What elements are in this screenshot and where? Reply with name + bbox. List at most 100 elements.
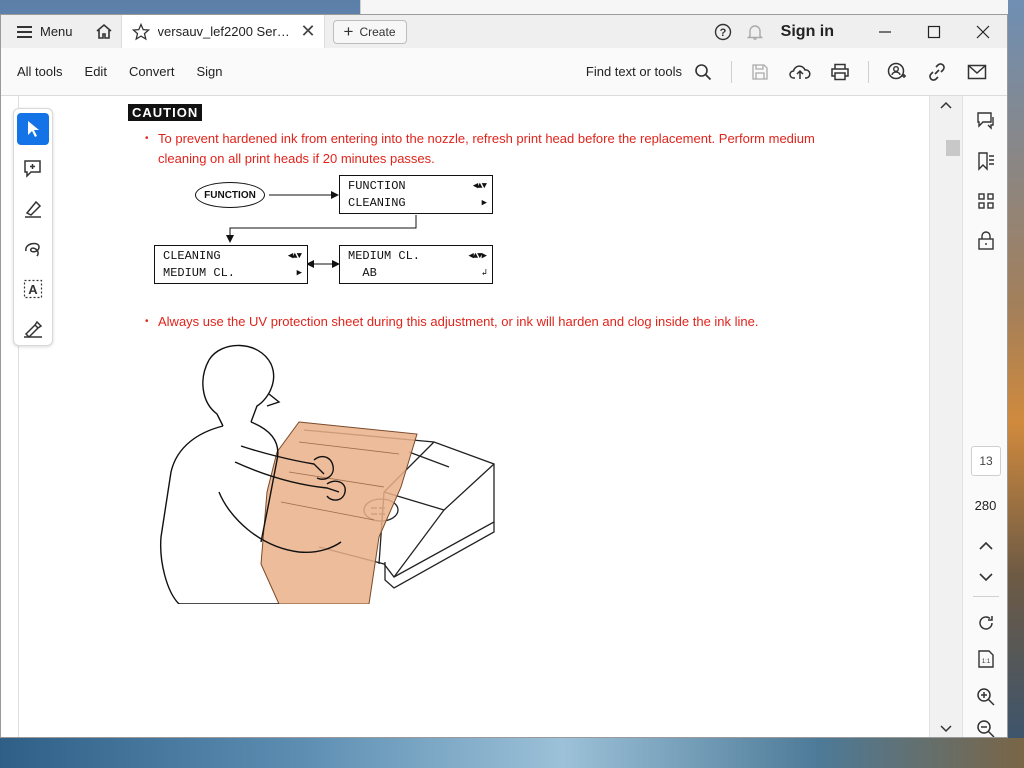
next-page-button[interactable] (975, 566, 997, 588)
actual-size-button[interactable]: 1:1 (975, 648, 997, 670)
email-button[interactable] (964, 59, 990, 85)
select-tool-button[interactable] (17, 113, 49, 145)
document-page: CAUTION • To prevent hardened ink from e… (18, 96, 929, 737)
search-icon (695, 63, 712, 80)
sign-button[interactable]: Sign (196, 64, 222, 79)
minimize-icon (878, 30, 891, 33)
cloud-upload-icon (789, 64, 811, 79)
save-button[interactable] (747, 59, 773, 85)
toolbar-separator (868, 60, 869, 83)
svg-text:1:1: 1:1 (982, 659, 991, 665)
caution-label: CAUTION (128, 104, 203, 121)
edit-button[interactable]: Edit (85, 64, 107, 79)
close-icon (976, 25, 989, 38)
lcd-line: CLEANING (348, 196, 406, 210)
left-up-down-arrow-icon: ◀▲▼ (472, 181, 487, 191)
maximize-icon (927, 25, 940, 38)
lcd-medium-cl-ab: MEDIUM CL. ◀▲▼▶ AB ↲ (339, 245, 493, 284)
add-text-button[interactable]: A (17, 273, 49, 305)
uv-sheet-illustration (159, 344, 495, 604)
right-arrow-icon: ▶ (481, 198, 488, 208)
home-button[interactable] (87, 15, 121, 48)
lcd-line: CLEANING (163, 249, 221, 263)
rotate-icon (979, 616, 993, 630)
zoom-in-icon (977, 688, 995, 706)
save-icon (752, 63, 768, 80)
notifications-button[interactable] (745, 22, 765, 42)
highlight-tool-button[interactable] (17, 193, 49, 225)
sign-tool-button[interactable] (17, 313, 49, 345)
pen-sign-icon (24, 320, 43, 339)
main-toolbar: All tools Edit Convert Sign Find text or… (1, 48, 1007, 96)
lcd-line: MEDIUM CL. (163, 266, 236, 280)
desktop-background-bottom (0, 738, 1024, 768)
comment-plus-icon (24, 160, 41, 178)
caution-bullet-2: • Always use the UV protection sheet dur… (145, 312, 858, 332)
thumbnails-panel-button[interactable] (975, 190, 997, 212)
freehand-icon (25, 242, 40, 257)
chevron-down-icon (979, 572, 993, 581)
tab-title: versauv_lef2200 Service... (157, 24, 295, 39)
star-icon[interactable] (131, 22, 150, 41)
comments-panel-button[interactable] (975, 110, 997, 132)
rotate-button[interactable] (975, 612, 997, 634)
text-box-icon: A (23, 279, 43, 299)
svg-text:?: ? (719, 27, 726, 39)
share-button[interactable] (884, 59, 910, 85)
bookmark-icon (978, 152, 994, 171)
previous-page-button[interactable] (975, 534, 997, 556)
toolbar-right-group: Find text or tools (586, 59, 997, 85)
sign-in-button[interactable]: Sign in (781, 23, 834, 41)
upload-button[interactable] (787, 59, 813, 85)
copy-link-button[interactable] (924, 59, 950, 85)
bell-icon (746, 24, 763, 40)
lock-icon (978, 231, 994, 250)
vertical-scrollbar[interactable] (929, 96, 962, 737)
left-up-down-right-arrow-icon: ◀▲▼▶ (468, 251, 487, 261)
security-panel-button[interactable] (975, 230, 997, 252)
close-tab-icon[interactable]: ✕ (300, 21, 315, 42)
bookmarks-panel-button[interactable] (975, 150, 997, 172)
all-tools-button[interactable]: All tools (17, 64, 63, 79)
minimize-button[interactable] (860, 15, 909, 48)
chevron-down-icon (940, 725, 952, 733)
create-label: Create (359, 24, 396, 39)
find-text-button[interactable]: Find text or tools (586, 64, 682, 79)
convert-button[interactable]: Convert (129, 64, 175, 79)
draw-tool-button[interactable] (17, 233, 49, 265)
menu-button[interactable]: Menu (1, 15, 87, 48)
quick-tools-rail: A (13, 108, 53, 346)
search-button[interactable] (690, 59, 716, 85)
scrollbar-thumb[interactable] (946, 140, 960, 156)
comments-icon (977, 112, 994, 130)
total-pages: 280 (974, 498, 997, 513)
acrobat-window: Menu versauv_lef2200 Service... ✕ + Crea… (0, 14, 1008, 738)
zoom-out-button[interactable] (975, 718, 997, 737)
plus-icon: + (343, 22, 354, 41)
scroll-up-arrow[interactable] (940, 100, 952, 110)
document-tab[interactable]: versauv_lef2200 Service... ✕ (120, 15, 325, 48)
create-button[interactable]: + Create (332, 19, 407, 44)
bullet-dot: • (145, 316, 149, 327)
zoom-in-button[interactable] (975, 686, 997, 708)
close-window-button[interactable] (958, 15, 1007, 48)
chevron-up-icon (979, 541, 993, 550)
help-button[interactable]: ? (713, 22, 733, 42)
print-button[interactable] (827, 59, 853, 85)
lcd-function-cleaning: FUNCTION ◀▲▼ CLEANING ▶ (339, 175, 493, 214)
current-page-input[interactable]: 13 (971, 446, 1001, 476)
lcd-line: FUNCTION (348, 179, 406, 193)
link-icon (929, 62, 945, 81)
help-icon: ? (714, 23, 731, 40)
add-comment-button[interactable] (17, 153, 49, 185)
enter-icon: ↲ (481, 268, 488, 278)
toolbar-separator (731, 60, 732, 83)
maximize-button[interactable] (909, 15, 958, 48)
home-icon (96, 23, 112, 39)
menu-label: Menu (40, 24, 73, 39)
right-panel: 13 280 1:1 (962, 96, 1007, 737)
share-user-icon (887, 62, 906, 79)
bullet-2-text: Always use the UV protection sheet durin… (158, 314, 759, 329)
svg-text:A: A (28, 282, 38, 297)
scroll-down-arrow[interactable] (940, 724, 952, 734)
